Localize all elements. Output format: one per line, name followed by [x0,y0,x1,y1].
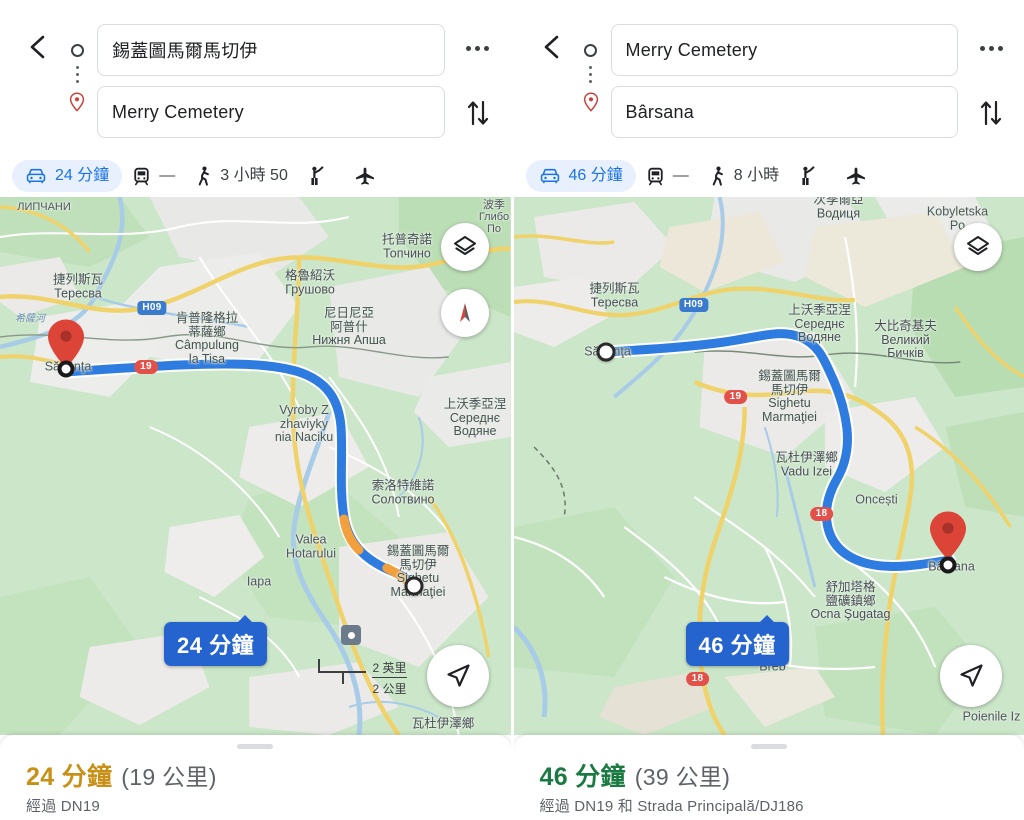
directions-panel-left: 錫蓋圖馬爾馬切伊 Merry Cemetery 24 分鐘 — 3 小時 50 … [0,0,511,820]
origin-circle-icon [70,44,84,57]
flight-icon [847,167,866,185]
scale-bar-graphic [318,659,367,685]
mode-transit-label-left: — [159,167,176,184]
mode-driving-label-right: 46 分鐘 [568,167,623,184]
car-icon [26,168,46,184]
route-summary-main-left: 24 分鐘 (19 公里) [26,757,217,793]
car-icon [540,168,559,184]
destination-pin-icon [583,92,599,117]
travel-modes-left: 24 分鐘 — 3 小時 50 [0,155,511,197]
mode-walking-left[interactable]: 3 小時 50 [185,160,298,192]
flight-icon [355,167,374,185]
navigate-arrow-icon [446,664,470,687]
compass-icon [459,303,470,322]
back-button-left[interactable] [22,32,52,62]
mode-transit-left[interactable]: — [122,160,185,192]
mode-transit-right[interactable]: — [636,160,699,192]
directions-panel-right: Merry Cemetery Bârsana 46 分鐘 — 8 小時 次季爾亞… [510,0,1024,820]
road-shield-18-upper: 18 [809,507,834,521]
scale-km: 2 公里 [372,682,407,696]
road-shield-h09: H09 [678,298,709,312]
origin-endpoint-dot-left[interactable] [57,360,75,378]
mode-driving-right[interactable]: 46 分鐘 [525,160,636,192]
origin-endpoint-dot-right[interactable] [596,342,615,362]
road-shield-19: 19 [134,360,158,374]
map-locate-button-left[interactable] [426,645,489,707]
route-via-left: 經過 DN19 [26,798,100,815]
road-shield-19: 19 [723,390,748,404]
swap-vertical-icon[interactable] [975,96,1007,130]
layers-icon [453,236,476,255]
mode-rideshare-left[interactable] [298,160,344,192]
route-summary-sheet-left[interactable]: 24 分鐘 (19 公里) 經過 DN19 [0,735,511,820]
back-button-right[interactable] [536,32,566,62]
route-summary-sheet-right[interactable]: 46 分鐘 (39 公里) 經過 DN19 和 Strada Principal… [513,735,1024,820]
panel-header-right: Merry Cemetery Bârsana [513,0,1024,155]
rideshare-icon [311,166,324,185]
destination-pin-icon [69,92,85,117]
mode-driving-label-left: 24 分鐘 [55,167,110,184]
road-shield-18-lower: 18 [685,672,710,686]
mode-walking-label-left: 3 小時 50 [220,167,288,184]
map-layers-button-right[interactable] [954,223,1002,271]
route-dots-icon [589,66,592,83]
walk-icon [198,166,210,186]
map-layers-button-left[interactable] [440,223,489,271]
mode-flight-right[interactable] [835,160,885,192]
route-duration-pill-left[interactable]: 24 分鐘 [164,615,268,666]
mode-rideshare-right[interactable] [789,160,835,192]
more-options-icon[interactable] [974,38,1008,58]
walk-icon [712,166,723,186]
transit-icon [648,167,663,185]
route-via-right: 經過 DN19 和 Strada Principală/DJ186 [539,798,804,815]
destination-input-left[interactable]: Merry Cemetery [97,86,445,138]
route-fields-right: Merry Cemetery Bârsana [610,24,958,138]
route-duration-right: 46 分鐘 [539,763,626,791]
route-distance-left: (19 公里) [121,764,217,790]
route-distance-right: (39 公里) [634,764,731,790]
chevron-left-icon [30,35,45,59]
mode-driving-left[interactable]: 24 分鐘 [12,160,123,192]
map-locate-button-right[interactable] [940,645,1002,707]
transit-icon [134,167,149,185]
chevron-left-icon [544,35,558,59]
scale-miles: 2 英里 [372,659,407,678]
origin-input-right[interactable]: Merry Cemetery [610,24,958,76]
more-options-icon[interactable] [461,38,495,58]
drag-handle[interactable] [750,744,787,749]
route-fields-left: 錫蓋圖馬爾馬切伊 Merry Cemetery [97,24,445,138]
mode-walking-label-right: 8 小時 [733,167,780,184]
swap-vertical-icon[interactable] [462,96,494,130]
directions-comparison-screen: 錫蓋圖馬爾馬切伊 Merry Cemetery 24 分鐘 — 3 小時 50 … [0,0,1024,820]
route-summary-main-right: 46 分鐘 (39 公里) [540,757,731,793]
map-canvas-right[interactable]: 次季爾亞 Водиця Kobyletska Po 捷列斯瓦 Тересва 上… [513,197,1024,735]
destination-input-right[interactable]: Bârsana [610,86,958,138]
mode-transit-label-right: — [672,167,689,184]
map-canvas-left[interactable]: ЛИПЧАНИ 捷列斯瓦 Тересва 格魯紹沃 Грушово 希薩河 托普… [0,197,511,735]
panel-header-left: 錫蓋圖馬爾馬切伊 Merry Cemetery [0,0,511,155]
destination-endpoint-dot-right[interactable] [939,556,956,574]
mode-flight-left[interactable] [344,160,394,192]
map-poi-marker-left[interactable] [341,625,361,645]
map-scale-bar-left: 2 英里 2 公里 [318,659,407,697]
route-endpoint-markers-left [64,30,90,117]
route-duration-pill-right[interactable]: 46 分鐘 [685,615,789,666]
route-dots-icon [75,66,79,83]
travel-modes-right: 46 分鐘 — 8 小時 [514,155,1024,197]
map-compass-button-left[interactable] [440,289,489,337]
drag-handle[interactable] [237,744,274,749]
mode-walking-right[interactable]: 8 小時 [699,160,789,192]
destination-endpoint-dot-left[interactable] [404,576,424,596]
road-shield-h09: H09 [137,301,167,315]
navigate-arrow-icon [960,664,983,687]
route-endpoint-markers-right [578,30,604,117]
origin-circle-icon [584,44,597,57]
route-duration-left: 24 分鐘 [26,763,113,791]
rideshare-icon [802,166,815,185]
layers-icon [967,236,989,255]
origin-input-left[interactable]: 錫蓋圖馬爾馬切伊 [97,24,445,76]
